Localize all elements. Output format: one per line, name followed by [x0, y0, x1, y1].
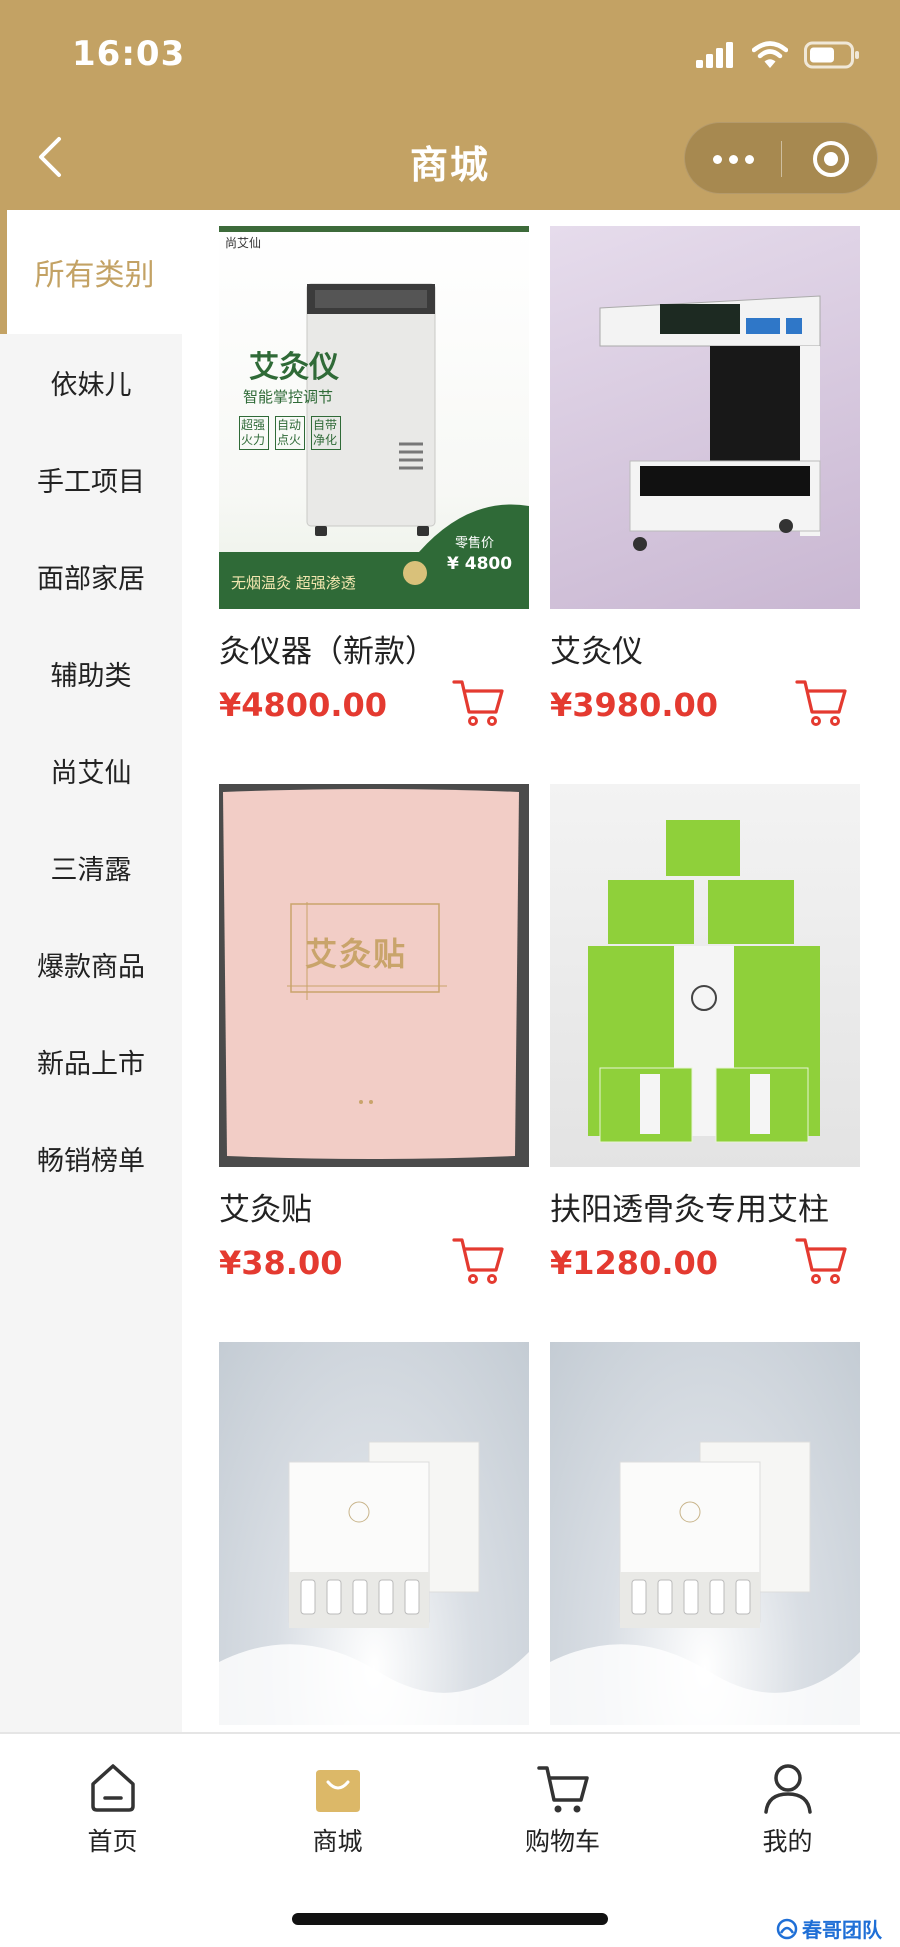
sidebar-item[interactable]: 爆款商品: [0, 934, 182, 994]
sidebar-item[interactable]: 新品上市: [0, 1031, 182, 1091]
miniprogram-capsule: [684, 122, 878, 194]
watermark-logo-icon: [776, 1918, 798, 1939]
watermark-text: 春哥团队: [802, 1918, 882, 1942]
app-header: 16:03 商城: [0, 0, 900, 210]
image-retail-price: ¥ 4800: [447, 554, 513, 574]
sidebar-item-label: 所有类别: [34, 258, 155, 293]
more-dots-icon: [712, 154, 722, 164]
target-circle-icon: [812, 141, 849, 177]
cart-icon: [536, 1766, 589, 1813]
moxa-sticks-boxes-photo: [588, 820, 820, 1143]
sidebar-item-label: 手工项目: [37, 466, 145, 498]
cellular-signal-icon: [696, 42, 733, 68]
tab-label: 我的: [762, 1827, 813, 1856]
sidebar-item[interactable]: 畅销榜单: [0, 1128, 182, 1188]
product-name: 艾灸仪: [550, 634, 643, 670]
sidebar-item[interactable]: 尚艾仙: [0, 740, 182, 800]
product-image[interactable]: [550, 1342, 860, 1725]
shopping-bag-icon: [315, 1770, 360, 1812]
product-image[interactable]: 尚艾仙 艾灸仪 智能掌控调节 超强 火力 自动 点火 自带 净化 零售价 ¥ 4…: [219, 226, 529, 609]
add-to-cart-button[interactable]: [795, 1234, 847, 1286]
moxibustion-patch-package-photo: [223, 789, 519, 1159]
product-card[interactable]: [550, 1342, 860, 1725]
chevron-left-icon: [39, 137, 61, 177]
cart-icon: [452, 680, 504, 726]
product-grid: 尚艾仙 艾灸仪 智能掌控调节 超强 火力 自动 点火 自带 净化 零售价 ¥ 4…: [182, 210, 900, 1732]
sidebar-item[interactable]: 依妹儿: [0, 352, 182, 412]
tab-label: 购物车: [524, 1827, 600, 1856]
sidebar-item-label: 三清露: [50, 854, 132, 886]
product-price: ¥3980.00: [550, 686, 719, 724]
sidebar-item-label: 畅销榜单: [37, 1145, 145, 1177]
product-card[interactable]: 扶阳透骨灸专用艾柱 ¥1280.00: [550, 784, 860, 1284]
product-card[interactable]: 艾灸贴 艾灸贴 ¥38.00: [219, 784, 529, 1284]
home-indicator: [292, 1913, 608, 1925]
package-title-text: 艾灸贴: [305, 935, 408, 973]
product-card[interactable]: 尚艾仙 艾灸仪 智能掌控调节 超强 火力 自动 点火 自带 净化 零售价 ¥ 4…: [219, 226, 529, 726]
more-button[interactable]: [685, 123, 781, 195]
image-retail-label: 零售价: [455, 536, 495, 551]
tab-home[interactable]: 首页: [0, 1734, 225, 1874]
tab-mall[interactable]: 商城: [225, 1734, 450, 1874]
product-name: 灸仪器（新款）: [219, 634, 436, 670]
image-subhead-text: 智能掌控调节: [243, 388, 334, 406]
product-card[interactable]: 艾灸仪 ¥3980.00: [550, 226, 860, 726]
image-feature-text: 自带 净化: [311, 416, 341, 450]
add-to-cart-button[interactable]: [452, 1234, 504, 1286]
image-feature-text: 超强 火力: [239, 416, 269, 450]
sidebar-item-label: 面部家居: [37, 563, 145, 595]
sidebar-item-label: 新品上市: [37, 1048, 145, 1080]
user-icon: [763, 1764, 812, 1814]
moxibustion-cart-photo: [599, 295, 821, 551]
image-headline-text: 艾灸仪: [249, 350, 339, 385]
home-icon: [90, 1764, 135, 1812]
image-banner-text: 无烟温灸 超强渗透: [231, 574, 356, 592]
product-price: ¥4800.00: [219, 686, 388, 724]
serum-ampoule-box-photo: [219, 1441, 529, 1725]
status-time: 16:03: [72, 34, 186, 74]
cart-icon: [795, 1238, 847, 1284]
tab-label: 商城: [312, 1827, 363, 1856]
product-name: 艾灸贴: [219, 1192, 312, 1228]
back-button[interactable]: [30, 132, 70, 182]
product-price: ¥1280.00: [550, 1244, 719, 1282]
sidebar-item[interactable]: 辅助类: [0, 643, 182, 703]
product-name: 扶阳透骨灸专用艾柱: [550, 1192, 829, 1228]
sidebar-item[interactable]: 面部家居: [0, 546, 182, 606]
product-image[interactable]: [219, 1342, 529, 1725]
sidebar-item-all[interactable]: 所有类别: [0, 210, 182, 334]
sidebar-item-label: 尚艾仙: [50, 757, 132, 789]
sidebar-item-label: 依妹儿: [50, 369, 132, 401]
cart-icon: [795, 680, 847, 726]
tab-label: 首页: [87, 1827, 138, 1856]
product-image[interactable]: [550, 226, 860, 609]
serum-ampoule-box-photo: [550, 1441, 860, 1725]
tab-profile[interactable]: 我的: [675, 1734, 900, 1874]
add-to-cart-button[interactable]: [795, 676, 847, 728]
category-sidebar: 所有类别 依妹儿 手工项目 面部家居 辅助类 尚艾仙 三清露 爆款商品 新品上市…: [0, 210, 182, 1732]
product-image[interactable]: [550, 784, 860, 1167]
close-miniprogram-button[interactable]: [782, 123, 879, 195]
sidebar-item[interactable]: 手工项目: [0, 449, 182, 509]
sidebar-item[interactable]: 三清露: [0, 837, 182, 897]
tab-cart[interactable]: 购物车: [450, 1734, 675, 1874]
product-image[interactable]: 艾灸贴: [219, 784, 529, 1167]
status-icons: [696, 38, 860, 72]
sidebar-item-label: 辅助类: [50, 660, 132, 692]
sidebar-item-label: 爆款商品: [37, 951, 145, 983]
add-to-cart-button[interactable]: [452, 676, 504, 728]
product-price: ¥38.00: [219, 1244, 343, 1282]
image-brand-text: 尚艾仙: [225, 236, 262, 250]
battery-icon: [804, 41, 859, 69]
watermark: 春哥团队: [776, 1914, 882, 1943]
image-feature-text: 自动 点火: [275, 416, 305, 450]
wifi-icon: [752, 41, 788, 68]
product-card[interactable]: [219, 1342, 529, 1725]
cart-icon: [452, 1238, 504, 1284]
